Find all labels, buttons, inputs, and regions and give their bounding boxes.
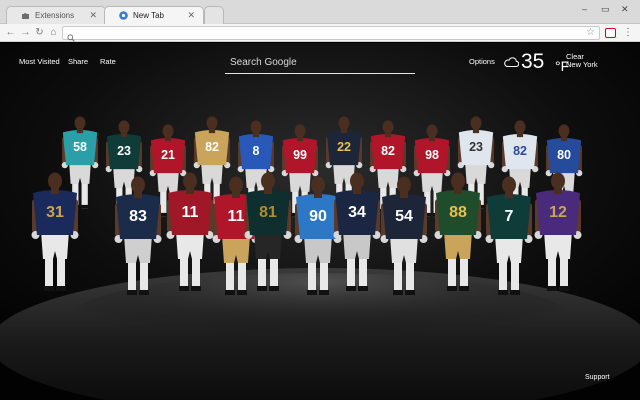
tab-label: New Tab	[133, 11, 164, 20]
jersey-number: 11	[228, 208, 245, 225]
close-icon[interactable]: ✕	[89, 10, 97, 21]
jersey-number: 31	[46, 204, 64, 221]
address-bar[interactable]: ☆	[62, 26, 600, 42]
jersey-number: 88	[449, 204, 467, 221]
jersey-number: 7	[505, 208, 514, 225]
extension-icon[interactable]	[605, 28, 616, 38]
jersey-number: 58	[73, 140, 87, 154]
jersey-number: 98	[425, 148, 439, 162]
jersey-number: 23	[469, 140, 483, 154]
back-arrow-icon[interactable]: ←	[4, 26, 17, 39]
options-link[interactable]: Options	[469, 57, 495, 66]
new-tab-button[interactable]	[204, 6, 224, 24]
menu-icon[interactable]: ⋮	[623, 27, 633, 39]
home-icon[interactable]: ⌂	[47, 26, 60, 39]
share-link[interactable]: Share	[68, 57, 88, 66]
new-tab-page: 58 23 21 82 8 99 22 82 98 23 82 80 31 83 11 11 81 90 34 54…	[0, 43, 640, 400]
bookmark-star-icon[interactable]: ☆	[586, 27, 595, 39]
weather-location: New York	[566, 60, 598, 69]
address-input[interactable]	[79, 28, 579, 38]
jersey-number: 83	[129, 208, 147, 225]
jersey-number: 12	[549, 204, 567, 221]
background-photo: 58 23 21 82 8 99 22 82 98 23 82 80 31 83 11 11 81 90 34 54…	[0, 43, 640, 400]
jersey-number: 11	[182, 204, 199, 221]
tab-strip: Extensions ✕ New Tab ✕ – ▭ ✕	[0, 0, 640, 24]
jersey-number: 81	[259, 204, 277, 221]
tab-extensions[interactable]: Extensions ✕	[6, 6, 106, 24]
tab-new-tab[interactable]: New Tab ✕	[104, 6, 204, 24]
jersey-number: 8	[253, 144, 260, 158]
rate-link[interactable]: Rate	[100, 57, 116, 66]
forward-arrow-icon[interactable]: →	[19, 26, 32, 39]
cloud-icon	[503, 54, 520, 72]
search-input[interactable]	[225, 52, 415, 73]
jersey-number: 82	[381, 144, 395, 158]
maximize-icon[interactable]: ▭	[601, 4, 610, 15]
jersey-number: 54	[395, 208, 413, 225]
browser-toolbar: ← → ↻ ⌂ ☆ ⋮	[0, 24, 640, 42]
search-box[interactable]	[225, 52, 415, 74]
minimize-icon[interactable]: –	[582, 4, 587, 14]
most-visited-link[interactable]: Most Visited	[19, 57, 60, 66]
jersey-number: 22	[337, 140, 351, 154]
puzzle-icon	[21, 11, 30, 20]
close-window-icon[interactable]: ✕	[621, 4, 629, 15]
jersey-number: 34	[348, 204, 366, 221]
jersey-number: 82	[513, 144, 527, 158]
support-link[interactable]: Support	[585, 374, 610, 381]
jersey-number: 23	[117, 144, 131, 158]
close-icon[interactable]: ✕	[187, 10, 195, 21]
jersey-number: 90	[309, 208, 327, 225]
tab-label: Extensions	[35, 11, 75, 20]
weather-temperature: 35	[521, 50, 545, 73]
reload-icon[interactable]: ↻	[33, 26, 46, 39]
new-tab-icon	[119, 11, 128, 20]
jersey-number: 21	[161, 148, 175, 162]
jersey-number: 82	[205, 140, 219, 154]
jersey-number: 99	[293, 148, 307, 162]
jersey-number: 80	[557, 148, 571, 162]
